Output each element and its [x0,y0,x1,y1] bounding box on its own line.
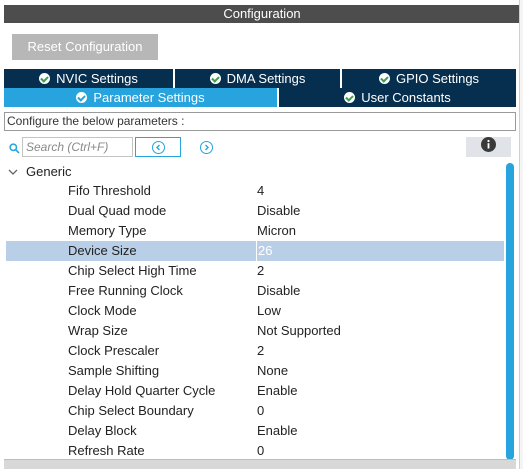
parameter-row[interactable]: Clock Prescaler 2 [6,341,504,361]
scrollbar-thumb[interactable] [506,163,514,460]
parameter-row[interactable]: Chip Select Boundary 0 [6,401,504,421]
horizontal-scrollbar[interactable] [4,459,516,469]
parameter-name: Refresh Rate [68,443,145,458]
parameter-row[interactable]: Sample Shifting None [6,361,504,381]
check-circle-icon [76,92,88,103]
chevron-left-circle-icon [151,140,165,154]
parameter-row[interactable]: Wrap Size Not Supported [6,321,504,341]
parameter-name: Delay Hold Quarter Cycle [68,383,216,398]
tab-parameter-settings[interactable]: Parameter Settings [4,88,277,107]
parameter-value[interactable]: Enable [257,421,297,441]
window-edge [519,0,523,469]
parameter-value[interactable]: 0 [257,441,264,459]
parameter-tree: Generic Fifo Threshold 4 Dual Quad mode Dis… [4,161,504,459]
parameter-value[interactable]: 2 [257,261,264,281]
parameter-value[interactable]: Disable [257,201,300,221]
parameter-value[interactable]: 2 [257,341,264,361]
window-title: Configuration [4,5,520,23]
parameter-value[interactable]: 0 [257,401,264,421]
parameter-name: Memory Type [68,223,147,238]
tab-user-constants[interactable]: User Constants [279,88,516,107]
tab-dma-settings[interactable]: DMA Settings [175,69,340,88]
search-previous-button[interactable] [135,137,181,157]
parameter-value[interactable]: Low [257,301,281,321]
tab-nvic-settings[interactable]: NVIC Settings [4,69,173,88]
parameter-name: Clock Mode [68,303,137,318]
check-circle-icon [344,92,356,103]
tab-label: GPIO Settings [395,71,480,86]
tab-label: Parameter Settings [93,90,205,105]
chevron-right-circle-icon [199,140,213,154]
info-icon [481,137,496,157]
tab-gpio-settings[interactable]: GPIO Settings [342,69,516,88]
parameter-row[interactable]: Clock Mode Low [6,301,504,321]
group-generic[interactable]: Generic [4,161,72,181]
parameter-row[interactable]: Free Running Clock Disable [6,281,504,301]
parameter-value[interactable]: 26 [256,241,272,261]
parameter-value[interactable]: Not Supported [257,321,341,341]
parameter-value[interactable]: Enable [257,381,297,401]
parameter-row[interactable]: Delay Hold Quarter Cycle Enable [6,381,504,401]
parameter-value[interactable]: None [257,361,288,381]
parameter-row[interactable]: Delay Block Enable [6,421,504,441]
tab-label: User Constants [361,90,451,105]
parameter-name: Sample Shifting [68,363,160,378]
parameter-name: Dual Quad mode [68,203,167,218]
description-bar: Configure the below parameters : [4,112,516,131]
parameter-name: Chip Select High Time [68,263,197,278]
parameter-row[interactable]: Dual Quad mode Disable [6,201,504,221]
parameter-name: Delay Block [68,423,137,438]
search-next-button[interactable] [194,137,218,157]
parameter-value[interactable]: Micron [257,221,296,241]
search-icon[interactable] [9,141,20,154]
parameter-row[interactable]: Memory Type Micron [6,221,504,241]
search-input[interactable] [22,137,133,157]
parameter-row[interactable]: Fifo Threshold 4 [6,181,504,201]
parameter-row[interactable]: Chip Select High Time 2 [6,261,504,281]
parameter-name: Wrap Size [68,323,128,338]
parameter-name: Free Running Clock [68,283,183,298]
check-circle-icon [378,73,390,84]
parameter-name: Clock Prescaler [68,343,160,358]
info-button[interactable] [466,137,511,157]
reset-configuration-button[interactable]: Reset Configuration [12,34,158,60]
parameter-name: Fifo Threshold [68,183,151,198]
parameter-name: Device Size [68,243,137,258]
parameter-value[interactable]: Disable [257,281,300,301]
parameter-row[interactable]: Refresh Rate 0 [6,441,504,459]
parameter-value[interactable]: 4 [257,181,264,201]
chevron-down-icon [8,164,22,179]
tab-label: NVIC Settings [56,71,138,86]
parameter-row[interactable]: Device Size 26 [6,241,504,261]
group-label: Generic [26,163,72,179]
tab-label: DMA Settings [226,71,306,86]
parameter-name: Chip Select Boundary [68,403,194,418]
check-circle-icon [209,73,221,84]
check-circle-icon [39,73,51,84]
